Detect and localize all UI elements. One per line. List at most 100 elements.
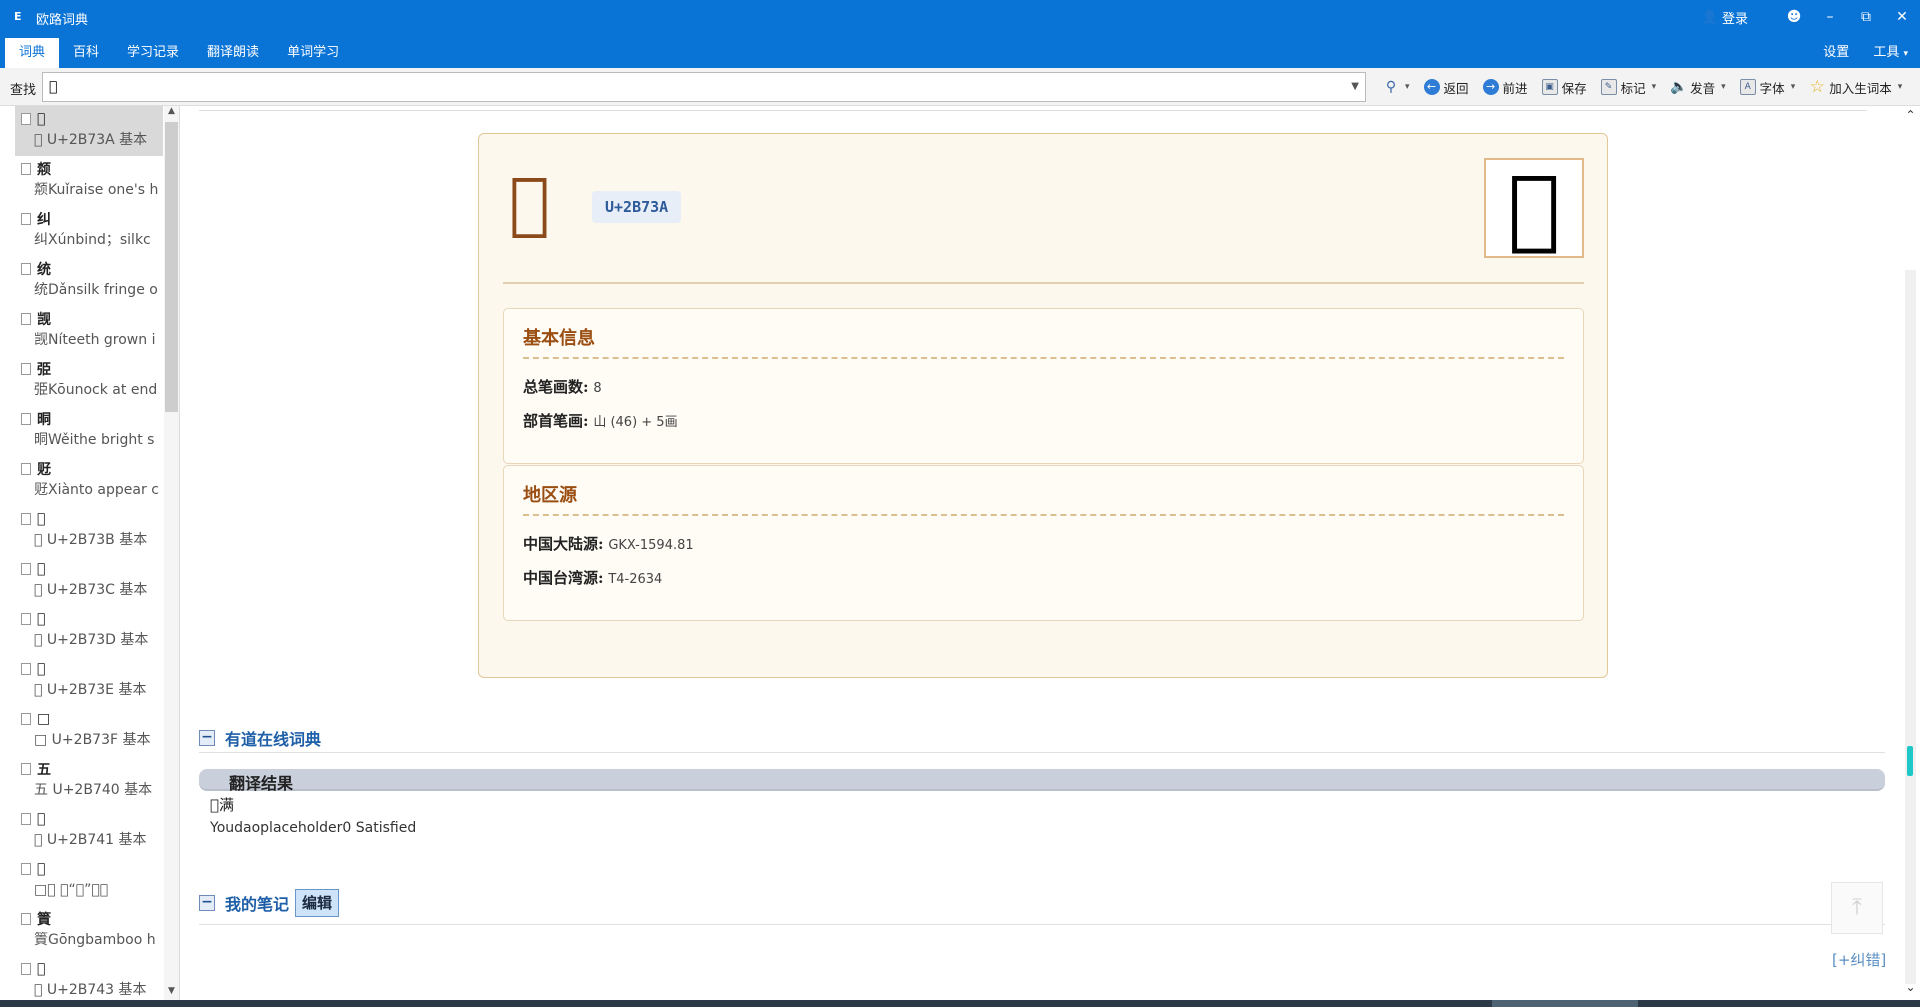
radical-label: 部首笔画: [523, 412, 589, 430]
list-item[interactable]: 晍晍Wěithe bright s [15, 406, 163, 456]
divider [199, 110, 1867, 111]
list-item-headword: 篢 [37, 912, 51, 928]
collapse-icon[interactable]: − [199, 730, 215, 746]
list-item[interactable]: 觃觃Xiànto appear c [15, 456, 163, 506]
list-item[interactable]: 颒颒Kuǐraise one's h [15, 156, 163, 206]
tools-menu[interactable]: 工具 ▾ [1861, 38, 1920, 68]
list-item-summary: □𫝂 同“所”。一 [34, 882, 109, 898]
chevron-down-icon: ▾ [1405, 82, 1410, 92]
list-item[interactable]: 𫝂 □𫝂 同“所”。一 [15, 856, 163, 906]
document-icon [21, 963, 31, 975]
document-icon [21, 613, 31, 625]
basic-info-section: 基本信息 总笔画数: 8 部首笔画: 山 (46) + 5画 [503, 308, 1584, 464]
scroll-down-icon[interactable]: ⌄ [1901, 980, 1920, 994]
search-box[interactable]: ▼ [42, 72, 1366, 102]
strokes-row: 总笔画数: 8 [523, 376, 602, 397]
search-input[interactable] [43, 73, 1333, 101]
document-icon [21, 663, 31, 675]
list-item-summary: 𫜽 U+2B73D 基本 [34, 632, 149, 648]
document-icon [21, 863, 31, 875]
skin-button[interactable]: ☻ [1776, 0, 1812, 34]
tab-history[interactable]: 学习记录 [113, 38, 193, 68]
card-divider [503, 282, 1584, 284]
list-item-headword: 𫜻 [37, 511, 46, 527]
list-item-headword: 晍 [37, 412, 51, 428]
list-item[interactable]: 纠纠Xúnbind；silkc [15, 206, 163, 256]
document-icon [21, 363, 31, 375]
chevron-down-icon: ▾ [1651, 82, 1657, 92]
list-item[interactable]: 篢篢Gōngbamboo h [15, 906, 163, 956]
list-item[interactable]: 统统Dǎnsilk fringe o [15, 256, 163, 306]
font-label: 字体 [1759, 80, 1785, 96]
content-scrollbar[interactable]: ⌃ ⌄ [1901, 106, 1920, 1000]
edit-notes-button[interactable]: 编辑 [295, 889, 340, 917]
minimize-button[interactable]: – [1812, 0, 1848, 34]
youdao-title: 有道在线词典 [225, 730, 322, 749]
youdao-section-header[interactable]: − 有道在线词典 [199, 726, 321, 750]
tab-encyclopedia[interactable]: 百科 [59, 38, 113, 68]
tab-translate[interactable]: 翻译朗读 [193, 38, 273, 68]
mainland-row: 中国大陆源: GKX-1594.81 [523, 533, 694, 554]
result-header-bar: 翻译结果 [199, 769, 1885, 793]
document-icon [21, 213, 31, 225]
list-item[interactable]: 觊觊Níteeth grown i [15, 306, 163, 356]
scrollbar-track[interactable] [1905, 270, 1916, 984]
list-item-headword: 𫝂 [37, 861, 46, 877]
list-item-summary: 𫜺 U+2B73A 基本 [34, 132, 148, 148]
list-item-headword: 觃 [37, 462, 51, 478]
save-label: 保存 [1561, 80, 1587, 96]
list-item[interactable]: 𫜾 𫜾 U+2B73E 基本 [15, 656, 163, 706]
list-item[interactable]: 五五 U+2B740 基本 [15, 756, 163, 806]
dropdown-arrow-icon[interactable]: ▼ [1351, 81, 1359, 92]
list-item-summary: 五 U+2B740 基本 [34, 782, 153, 798]
save-disk-icon: ▣ [1541, 79, 1558, 95]
settings-menu[interactable]: 设置 [1811, 38, 1861, 68]
taskbar-active-item[interactable] [1492, 1000, 1638, 1007]
collapse-icon[interactable]: − [199, 895, 215, 911]
tab-dictionary[interactable]: 词典 [5, 38, 60, 68]
list-item[interactable]: 𫜼 𫜼 U+2B73C 基本 [15, 556, 163, 606]
list-item[interactable]: 𫜺 𫜺 U+2B73A 基本 [15, 106, 163, 156]
word-list-scrollbar[interactable]: ▲ ▼ [164, 106, 179, 1000]
add-wordbook-button[interactable]: ☆ 加入生词本 ▾ [1802, 78, 1909, 97]
list-item-headword: 𫝃 [37, 961, 46, 977]
mainland-value: GKX-1594.81 [608, 538, 694, 553]
minimize-icon: – [1826, 9, 1834, 25]
forward-button[interactable]: → 前进 [1476, 78, 1535, 97]
document-icon [21, 563, 31, 575]
list-item[interactable]: 𫜻 𫜻 U+2B73B 基本 [15, 506, 163, 556]
list-item[interactable]: 𫝃 𫝃 U+2B743 基本 [15, 956, 163, 1000]
save-button[interactable]: ▣ 保存 [1535, 78, 1594, 97]
list-item[interactable]: 𫜽 𫜽 U+2B73D 基本 [15, 606, 163, 656]
source-title: 地区源 [523, 485, 577, 506]
document-icon [21, 163, 31, 175]
basic-info-title: 基本信息 [523, 328, 595, 349]
radical-row: 部首笔画: 山 (46) + 5画 [523, 410, 678, 431]
list-item-summary: 𫝁 U+2B741 基本 [34, 832, 147, 848]
scroll-up-icon[interactable]: ▲ [164, 106, 179, 120]
chevron-down-icon: ▾ [1897, 82, 1903, 92]
document-icon [21, 313, 31, 325]
back-button[interactable]: ← 返回 [1417, 78, 1476, 97]
star-icon: ☆ [1809, 77, 1825, 97]
restore-button[interactable]: ⧉ [1848, 0, 1884, 34]
close-button[interactable]: ✕ [1884, 0, 1920, 34]
list-item-summary: 晍Wěithe bright s [34, 432, 155, 448]
scroll-down-icon[interactable]: ▼ [164, 986, 179, 1000]
mark-button[interactable]: ✎ 标记 ▾ [1594, 78, 1664, 97]
font-button[interactable]: A 字体 ▾ [1733, 78, 1803, 97]
list-item[interactable]: 弫弫Kōunock at end [15, 356, 163, 406]
document-icon [21, 813, 31, 825]
scrollbar-thumb[interactable] [165, 122, 178, 412]
taskbar [0, 1000, 1920, 1007]
speak-button[interactable]: 🔈 发音 ▾ [1663, 78, 1733, 97]
tab-word-study[interactable]: 单词学习 [273, 38, 353, 68]
scroll-up-icon[interactable]: ⌃ [1901, 108, 1920, 122]
mainland-label: 中国大陆源: [523, 535, 604, 553]
login-button[interactable]: 👤 登录 [1702, 8, 1748, 27]
back-to-top-button[interactable]: ⤒ [1831, 882, 1883, 934]
list-item[interactable]: 𫝁 𫝁 U+2B741 基本 [15, 806, 163, 856]
search-button[interactable]: ⚲ ▾ [1376, 79, 1417, 95]
list-item[interactable]: □ □ U+2B73F 基本 [15, 706, 163, 756]
report-error-link[interactable]: [+纠错] [1832, 949, 1886, 970]
